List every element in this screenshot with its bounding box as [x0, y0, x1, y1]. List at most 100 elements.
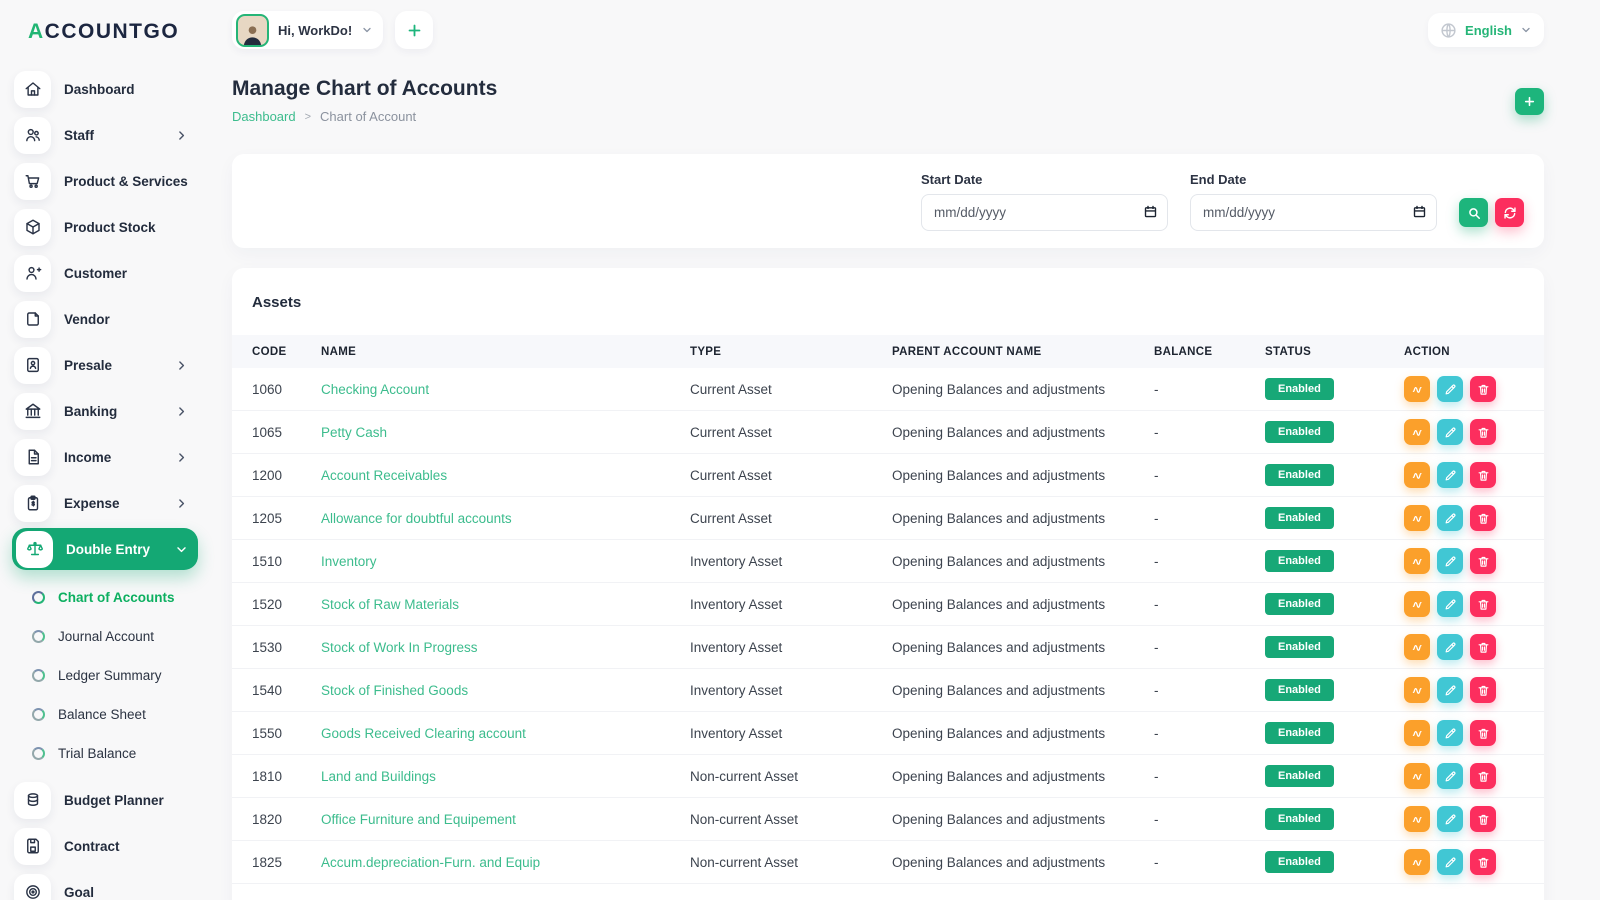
cell-name: Checking Account — [321, 368, 690, 411]
edit-button[interactable] — [1437, 548, 1463, 574]
cell-actions — [1404, 711, 1544, 755]
delete-button[interactable] — [1470, 419, 1496, 445]
delete-button[interactable] — [1470, 505, 1496, 531]
app-root: ACCOUNTGO Dashboard Staff Product & Servic… — [0, 0, 1600, 900]
subaccount-button[interactable] — [1404, 548, 1430, 574]
start-date-field: Start Date — [921, 172, 1168, 231]
account-name-link[interactable]: Petty Cash — [321, 425, 387, 440]
sidebar-item-contract[interactable]: Contract — [12, 825, 198, 867]
sidebar-item-dashboard[interactable]: Dashboard — [12, 68, 198, 110]
reset-button[interactable] — [1495, 198, 1524, 227]
sidebar-item-expense[interactable]: Expense — [12, 482, 198, 524]
account-name-link[interactable]: Checking Account — [321, 382, 429, 397]
subaccount-button[interactable] — [1404, 505, 1430, 531]
subaccount-button[interactable] — [1404, 720, 1430, 746]
sidebar-item-product-services[interactable]: Product & Services — [12, 160, 198, 202]
subaccount-button[interactable] — [1404, 634, 1430, 660]
edit-button[interactable] — [1437, 720, 1463, 746]
subaccount-button[interactable] — [1404, 677, 1430, 703]
delete-button[interactable] — [1470, 548, 1496, 574]
account-name-link[interactable]: Accum.depreciation-Furn. and Equip — [321, 855, 540, 870]
sidebar: ACCOUNTGO Dashboard Staff Product & Servic… — [0, 0, 210, 900]
sidebar-item-banking[interactable]: Banking — [12, 390, 198, 432]
edit-button[interactable] — [1437, 462, 1463, 488]
sidebar-item-income[interactable]: Income — [12, 436, 198, 478]
edit-icon — [1445, 685, 1455, 695]
end-date-input[interactable] — [1190, 193, 1437, 231]
account-name-link[interactable]: Account Receivables — [321, 468, 447, 483]
account-name-link[interactable]: Inventory — [321, 554, 377, 569]
edit-button[interactable] — [1437, 505, 1463, 531]
cell-type: Inventory Asset — [690, 668, 892, 712]
account-name-link[interactable]: Office Furniture and Equipement — [321, 812, 516, 827]
add-account-button[interactable] — [1515, 88, 1544, 115]
sidebar-item-customer[interactable]: Customer — [12, 252, 198, 294]
breadcrumb-dashboard-link[interactable]: Dashboard — [232, 109, 296, 124]
sidebar-subitem-chart-of-accounts[interactable]: Chart of Accounts — [26, 580, 198, 614]
accounts-table-card: Assets CODE NAME TYPE PARENT ACCOUNT NAME BA… — [232, 268, 1544, 900]
cart-icon — [14, 162, 51, 200]
delete-button[interactable] — [1470, 677, 1496, 703]
sidebar-subitem-label: Balance Sheet — [58, 706, 146, 722]
edit-button[interactable] — [1437, 806, 1463, 832]
delete-button[interactable] — [1470, 376, 1496, 402]
delete-icon — [1478, 427, 1488, 438]
edit-button[interactable] — [1437, 763, 1463, 789]
delete-button[interactable] — [1470, 720, 1496, 746]
start-date-input[interactable] — [921, 193, 1168, 231]
delete-button[interactable] — [1470, 849, 1496, 875]
sidebar-subitem-balance-sheet[interactable]: Balance Sheet — [26, 697, 198, 731]
subaccount-button[interactable] — [1404, 849, 1430, 875]
sidebar-item-product-stock[interactable]: Product Stock — [12, 206, 198, 248]
sidebar-item-double-entry[interactable]: Double Entry — [12, 528, 198, 570]
user-menu-button[interactable]: Hi, WorkDo! — [232, 11, 384, 49]
sidebar-item-presale[interactable]: Presale — [12, 344, 198, 386]
edit-button[interactable] — [1437, 677, 1463, 703]
subaccount-button[interactable] — [1404, 419, 1430, 445]
account-name-link[interactable]: Allowance for doubtful accounts — [321, 511, 512, 526]
delete-icon — [1478, 384, 1488, 395]
sidebar-subitem-trial-balance[interactable]: Trial Balance — [26, 736, 198, 770]
sidebar-item-vendor[interactable]: Vendor — [12, 298, 198, 340]
account-name-link[interactable]: Goods Received Clearing account — [321, 726, 526, 741]
cell-name: Stock of Finished Goods — [321, 668, 690, 712]
delete-button[interactable] — [1470, 462, 1496, 488]
account-name-link[interactable]: Stock of Work In Progress — [321, 640, 478, 655]
search-button[interactable] — [1459, 198, 1488, 227]
edit-button[interactable] — [1437, 376, 1463, 402]
quick-add-button[interactable] — [395, 11, 434, 49]
table-row: 1510 Inventory Inventory Asset Opening Bala… — [232, 539, 1544, 583]
delete-button[interactable] — [1470, 763, 1496, 789]
sidebar-item-label: Vendor — [64, 311, 110, 327]
account-name-link[interactable]: Land and Buildings — [321, 769, 436, 784]
sidebar-item-budget-planner[interactable]: Budget Planner — [12, 779, 198, 821]
delete-button[interactable] — [1470, 591, 1496, 617]
edit-button[interactable] — [1437, 591, 1463, 617]
language-selector[interactable]: English — [1428, 13, 1544, 47]
cell-balance: - — [1154, 582, 1265, 626]
user-plus-icon — [14, 254, 51, 292]
sidebar-item-label: Goal — [64, 884, 95, 900]
sidebar-subitem-journal-account[interactable]: Journal Account — [26, 619, 198, 653]
sidebar-subitem-ledger-summary[interactable]: Ledger Summary — [26, 658, 198, 692]
subaccount-button[interactable] — [1404, 591, 1430, 617]
sidebar-item-goal[interactable]: Goal — [12, 871, 198, 900]
column-header-name: NAME — [321, 335, 690, 368]
edit-button[interactable] — [1437, 419, 1463, 445]
column-header-status: STATUS — [1265, 335, 1404, 368]
subaccount-button[interactable] — [1404, 763, 1430, 789]
delete-button[interactable] — [1470, 634, 1496, 660]
document-icon — [14, 438, 51, 476]
subaccount-button[interactable] — [1404, 376, 1430, 402]
delete-button[interactable] — [1470, 806, 1496, 832]
subaccount-button[interactable] — [1404, 462, 1430, 488]
edit-icon — [1445, 384, 1455, 394]
cell-type: Non-current Asset — [690, 754, 892, 798]
globe-icon — [1440, 22, 1457, 39]
edit-button[interactable] — [1437, 634, 1463, 660]
sidebar-item-staff[interactable]: Staff — [12, 114, 198, 156]
edit-button[interactable] — [1437, 849, 1463, 875]
account-name-link[interactable]: Stock of Finished Goods — [321, 683, 468, 698]
subaccount-button[interactable] — [1404, 806, 1430, 832]
account-name-link[interactable]: Stock of Raw Materials — [321, 597, 459, 612]
